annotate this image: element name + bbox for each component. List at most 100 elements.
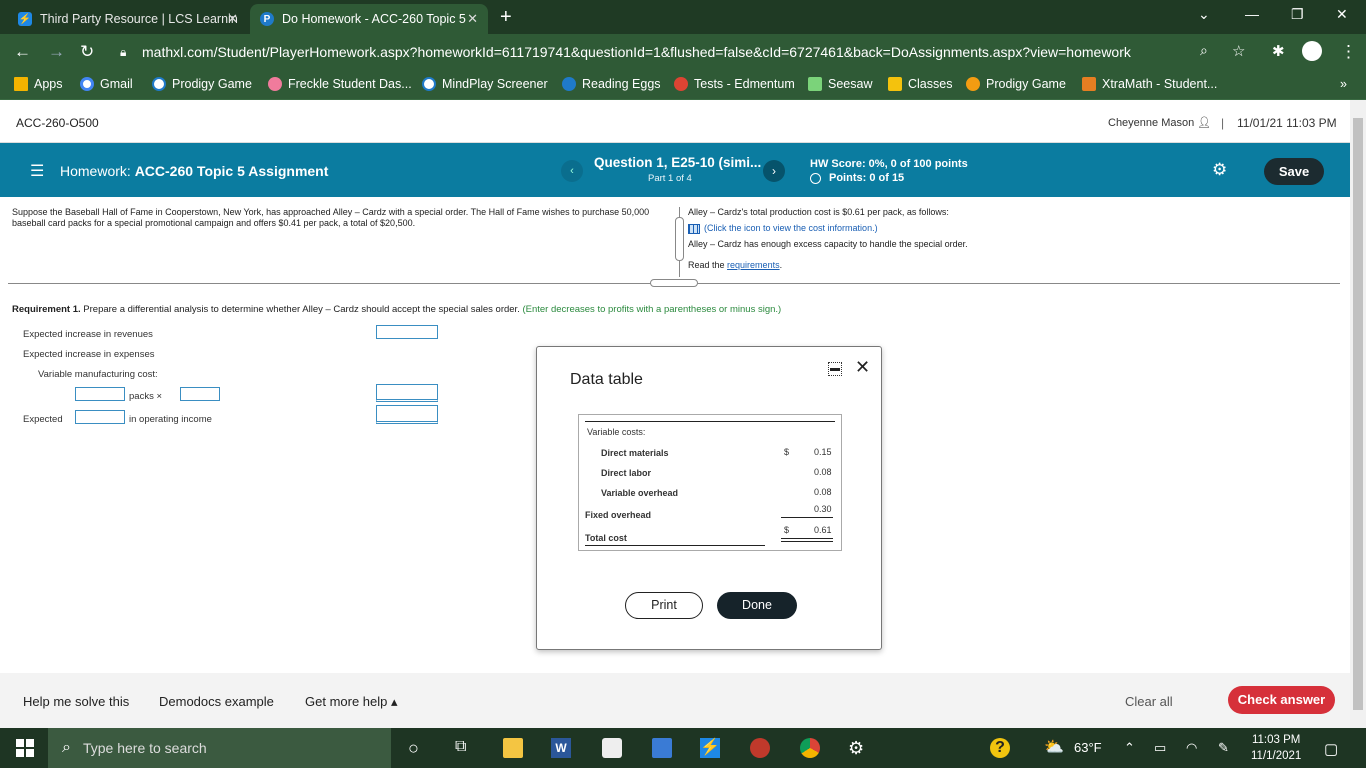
table-row-value: 0.08 bbox=[814, 487, 832, 497]
forward-arrow-icon[interactable]: → bbox=[48, 42, 65, 62]
cortana-icon[interactable]: ○ bbox=[408, 738, 428, 758]
back-arrow-icon[interactable]: ← bbox=[14, 42, 31, 62]
gear-icon[interactable]: ⚙ bbox=[1212, 160, 1227, 180]
question-title[interactable]: Question 1, E25-10 (simi... bbox=[594, 155, 761, 170]
bookmark-gmail[interactable]: Gmail bbox=[80, 77, 133, 91]
table-row-label: Direct materials bbox=[601, 448, 669, 458]
tab-third-party-resource[interactable]: ⚡ Third Party Resource | LCS Learnin ✕ bbox=[8, 4, 248, 34]
bookmark-seesaw[interactable]: Seesaw bbox=[808, 77, 872, 91]
notifications-icon[interactable]: ▢ bbox=[1324, 740, 1338, 758]
packs-input[interactable] bbox=[75, 387, 125, 401]
menu-kebab-icon[interactable]: ⋮ bbox=[1340, 42, 1357, 62]
weather-icon[interactable]: ⛅ bbox=[1044, 737, 1064, 757]
previous-question-button[interactable]: ‹ bbox=[561, 160, 583, 182]
chevron-up-icon[interactable]: ⌃ bbox=[1124, 740, 1135, 756]
bookmark-edmentum[interactable]: Tests - Edmentum bbox=[674, 77, 795, 91]
cost-info-link[interactable]: (Click the icon to view the cost informa… bbox=[688, 223, 968, 234]
battery-icon[interactable]: ▭ bbox=[1154, 740, 1166, 756]
restore-icon[interactable]: ❐ bbox=[1291, 6, 1304, 23]
check-answer-button[interactable]: Check answer bbox=[1228, 686, 1335, 714]
pearson-icon bbox=[562, 77, 576, 91]
cost-info: Alley – Cardz's total production cost is… bbox=[688, 207, 968, 276]
requirement-text: Requirement 1. Prepare a differential an… bbox=[12, 304, 782, 315]
subtotal-value: 0.30 bbox=[814, 504, 832, 514]
app-icon[interactable] bbox=[750, 738, 770, 758]
table-row-label: Variable overhead bbox=[601, 488, 679, 498]
minimize-icon[interactable]: — bbox=[1245, 6, 1259, 22]
bookmark-classes[interactable]: Classes bbox=[888, 77, 952, 91]
requirements-link[interactable]: requirements bbox=[727, 260, 780, 270]
profile-avatar[interactable] bbox=[1302, 41, 1322, 61]
seesaw-icon bbox=[808, 77, 822, 91]
apps-grid-icon bbox=[14, 77, 28, 91]
window-close-icon[interactable]: ✕ bbox=[1336, 6, 1348, 23]
bookmarks-more-icon[interactable]: » bbox=[1340, 77, 1347, 91]
bookmark-mindplay[interactable]: MindPlay Screener bbox=[422, 77, 548, 91]
revenues-input[interactable] bbox=[376, 325, 438, 339]
extensions-icon[interactable]: ✱ bbox=[1272, 42, 1285, 60]
cost-table: Variable costs: Direct materials $ 0.15 … bbox=[578, 414, 842, 551]
zoom-icon[interactable]: ⌕ bbox=[1200, 42, 1208, 59]
clear-all-button[interactable]: Clear all bbox=[1125, 694, 1173, 709]
mail-icon[interactable] bbox=[652, 738, 672, 758]
weather-temp[interactable]: 63°F bbox=[1074, 740, 1102, 755]
table-icon[interactable] bbox=[688, 223, 700, 234]
tab-title: Do Homework - ACC-260 Topic 5 bbox=[282, 12, 466, 26]
cost-per-pack-input[interactable] bbox=[180, 387, 220, 401]
operating-income-input[interactable] bbox=[376, 405, 438, 424]
table-row-value: 0.15 bbox=[814, 447, 832, 457]
search-icon: ⌕ bbox=[62, 739, 71, 756]
pen-icon[interactable]: ✎ bbox=[1218, 740, 1229, 756]
url-text: mathxl.com/Student/PlayerHomework.aspx?h… bbox=[142, 44, 1131, 60]
address-bar[interactable]: 🔒︎ mathxl.com/Student/PlayerHomework.asp… bbox=[108, 39, 1256, 65]
save-button[interactable]: Save bbox=[1264, 158, 1324, 185]
done-button[interactable]: Done bbox=[717, 592, 797, 619]
file-explorer-icon[interactable] bbox=[503, 738, 523, 758]
bookmark-xtramath[interactable]: XtraMath - Student... bbox=[1082, 77, 1217, 91]
next-question-button[interactable]: › bbox=[763, 160, 785, 182]
hamburger-menu-icon[interactable]: ☰ bbox=[30, 161, 44, 181]
settings-icon[interactable]: ⚙ bbox=[848, 738, 868, 758]
wifi-icon[interactable]: ◠ bbox=[1186, 740, 1197, 756]
close-icon[interactable]: ✕ bbox=[467, 11, 478, 27]
expenses-label: Expected increase in expenses bbox=[23, 349, 155, 360]
minimize-icon[interactable] bbox=[828, 362, 842, 376]
get-more-help-button[interactable]: Get more help ▴ bbox=[305, 694, 398, 710]
bookmark-prodigy-game-2[interactable]: Prodigy Game bbox=[966, 77, 1066, 91]
windows-start-icon[interactable] bbox=[16, 739, 34, 757]
horizontal-resize-handle[interactable] bbox=[650, 279, 698, 287]
close-icon[interactable]: ✕ bbox=[855, 357, 870, 378]
cost-line: Alley – Cardz's total production cost is… bbox=[688, 207, 949, 217]
page-scrollbar[interactable] bbox=[1350, 100, 1366, 728]
print-button[interactable]: Print bbox=[625, 592, 703, 619]
edmentum-icon bbox=[674, 77, 688, 91]
vertical-resize-handle[interactable] bbox=[675, 217, 684, 261]
variable-cost-total-input[interactable] bbox=[376, 384, 438, 402]
browser-tab-bar: ⚡ Third Party Resource | LCS Learnin ✕ P… bbox=[0, 0, 1366, 34]
help-icon[interactable]: ? bbox=[990, 738, 1010, 758]
new-tab-icon[interactable]: + bbox=[500, 6, 512, 29]
lightning-app-icon[interactable]: ⚡ bbox=[700, 738, 720, 758]
taskbar-clock[interactable]: 11:03 PM 11/1/2021 bbox=[1251, 732, 1301, 764]
word-icon[interactable]: W bbox=[551, 738, 571, 758]
points: Points: 0 of 15 bbox=[810, 172, 904, 184]
demodocs-button[interactable]: Demodocs example bbox=[159, 694, 274, 709]
chrome-icon[interactable] bbox=[800, 738, 820, 758]
task-view-icon[interactable]: ⧉ bbox=[455, 738, 475, 758]
user-name[interactable]: Cheyenne Mason 👤︎ bbox=[1108, 116, 1211, 129]
chevron-down-icon[interactable]: ⌄ bbox=[1198, 6, 1210, 23]
increase-decrease-select[interactable] bbox=[75, 410, 125, 424]
bookmark-reading-eggs[interactable]: Reading Eggs bbox=[562, 77, 661, 91]
dollar-sign: $ bbox=[784, 447, 790, 457]
star-icon[interactable]: ☆ bbox=[1232, 42, 1245, 60]
bookmark-freckle[interactable]: Freckle Student Das... bbox=[268, 77, 412, 91]
scrollbar-thumb[interactable] bbox=[1353, 118, 1363, 710]
taskbar-search-input[interactable]: ⌕ Type here to search bbox=[48, 728, 391, 768]
bookmark-prodigy-game[interactable]: Prodigy Game bbox=[152, 77, 252, 91]
reload-icon[interactable]: ↻ bbox=[80, 42, 94, 62]
close-icon[interactable]: ✕ bbox=[227, 11, 238, 27]
solitaire-icon[interactable] bbox=[602, 738, 622, 758]
bookmark-apps[interactable]: Apps bbox=[14, 77, 63, 91]
help-me-solve-button[interactable]: Help me solve this bbox=[23, 694, 129, 709]
tab-do-homework[interactable]: P Do Homework - ACC-260 Topic 5 ✕ bbox=[250, 4, 488, 34]
